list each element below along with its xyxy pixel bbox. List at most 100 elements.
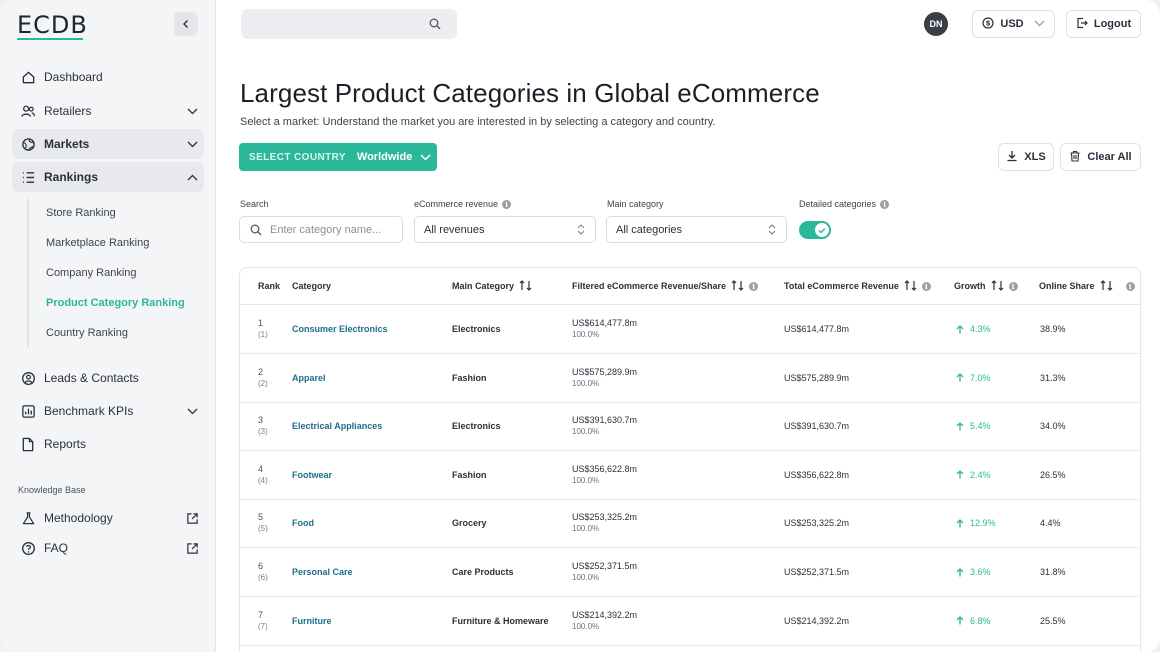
main-category-cell: Furniture & Homeware xyxy=(452,615,549,626)
rank-cell: 5 (5) xyxy=(258,512,268,534)
online-share-cell: 4.4% xyxy=(1040,518,1061,529)
sidebar-item-markets[interactable]: Markets xyxy=(12,129,204,159)
sidebar-item-methodology[interactable]: Methodology xyxy=(12,503,204,533)
list-icon xyxy=(12,170,44,185)
detailed-categories-toggle[interactable] xyxy=(799,221,831,239)
app-window: ECDB Dashboard Retailers Markets Ranking… xyxy=(0,0,1160,652)
logout-button[interactable]: Logout xyxy=(1066,10,1141,38)
header-label: Growth xyxy=(954,281,986,291)
export-xls-button[interactable]: XLS xyxy=(998,143,1054,171)
sidebar-item-label: Benchmark KPIs xyxy=(44,404,134,418)
logout-icon xyxy=(1076,17,1088,32)
rank-value: 6 xyxy=(258,561,264,571)
info-icon[interactable]: i xyxy=(502,199,512,209)
revenue-select[interactable]: All revenues xyxy=(414,216,596,243)
chevron-down-icon xyxy=(180,108,204,115)
online-share-cell: 26.5% xyxy=(1040,469,1066,480)
table-row[interactable]: 4 (4) Footwear Fashion US$356,622.8m 100.0% US… xyxy=(240,451,1140,500)
filtered-share-value: 100.0% xyxy=(572,427,600,437)
search-icon[interactable] xyxy=(429,17,441,35)
collapse-sidebar-button[interactable] xyxy=(174,12,198,36)
table-row[interactable]: 1 (1) Consumer Electronics Electronics US$61… xyxy=(240,305,1140,354)
sort-icon[interactable] xyxy=(904,279,917,293)
previous-rank: (4) xyxy=(258,475,268,485)
category-link[interactable]: Consumer Electronics xyxy=(292,324,388,334)
chevron-down-icon xyxy=(180,141,204,148)
previous-rank: (6) xyxy=(258,573,268,582)
sidebar-item-benchmark-kpis[interactable]: Benchmark KPIs xyxy=(12,396,204,426)
sidebar-subitem-store-ranking[interactable]: Store Ranking xyxy=(46,207,116,219)
sidebar-subitem-company-ranking[interactable]: Company Ranking xyxy=(46,267,137,279)
sidebar-item-label: Reports xyxy=(44,437,87,451)
global-search-input[interactable] xyxy=(241,9,457,39)
download-icon xyxy=(1006,150,1018,165)
col-header-main-category[interactable]: Main Category xyxy=(452,268,532,304)
table-row[interactable]: 5 (5) Food Grocery US$253,325.2m 100.0% US$253… xyxy=(240,499,1140,549)
category-link[interactable]: Personal Care xyxy=(292,567,353,577)
filtered-revenue-cell: US$214,392.2m 100.0% xyxy=(572,609,637,633)
table-row[interactable]: 2 (2) Apparel Fashion US$575,289.9m 100.0% US$… xyxy=(240,354,1140,403)
main-category-select[interactable]: All categories xyxy=(606,216,787,243)
ecdb-logo[interactable]: ECDB xyxy=(17,11,88,39)
rank-cell: 7 (7) xyxy=(258,610,268,632)
info-icon[interactable]: i xyxy=(749,281,759,291)
sidebar-item-label: Markets xyxy=(44,137,90,151)
online-share-cell: 25.5% xyxy=(1040,615,1066,626)
sort-icon[interactable] xyxy=(991,279,1004,293)
rank-value: 2 xyxy=(258,366,264,377)
category-link[interactable]: Electrical Appliances xyxy=(292,421,382,431)
category-link[interactable]: Food xyxy=(292,518,314,528)
logout-label: Logout xyxy=(1093,18,1132,30)
currency-selector[interactable]: $ USD xyxy=(972,10,1055,38)
sidebar-item-faq[interactable]: FAQ xyxy=(12,533,204,563)
revenue-filter-label: eCommerce revenue i xyxy=(414,199,512,209)
sidebar-subitem-product-category-ranking[interactable]: Product Category Ranking xyxy=(46,297,185,309)
category-link[interactable]: Footwear xyxy=(292,470,332,480)
growth-cell: 4.3% xyxy=(956,324,991,334)
search-placeholder: Enter category name... xyxy=(270,223,382,236)
header-label: Online Share xyxy=(1039,281,1095,291)
sort-updown-icon xyxy=(768,224,776,235)
category-link[interactable]: Furniture xyxy=(292,616,332,626)
table-row[interactable]: 3 (3) Electrical Appliances Electronics US$3… xyxy=(240,402,1140,452)
category-search-input[interactable]: Enter category name... xyxy=(239,216,403,243)
clear-all-button[interactable]: Clear All xyxy=(1060,143,1141,171)
sidebar-item-leads-contacts[interactable]: Leads & Contacts xyxy=(12,363,204,393)
col-header-filtered-revenue[interactable]: Filtered eCommerce Revenue/Share i xyxy=(572,268,759,304)
sort-icon[interactable] xyxy=(1100,279,1113,293)
flask-icon xyxy=(12,511,44,526)
sidebar-item-retailers[interactable]: Retailers xyxy=(12,96,204,126)
growth-value: 2.4% xyxy=(970,469,991,480)
rank-cell: 2 (2) xyxy=(258,367,268,389)
rank-value: 7 xyxy=(258,609,264,620)
label-text: Search xyxy=(240,199,269,209)
label-text: Main category xyxy=(607,199,664,209)
info-icon[interactable]: i xyxy=(921,281,931,291)
table-row[interactable]: 6 (6) Personal Care Care Products US$252,371… xyxy=(240,548,1140,597)
sort-icon[interactable] xyxy=(731,279,744,293)
user-avatar[interactable]: DN xyxy=(924,12,948,36)
col-header-growth[interactable]: Growth i xyxy=(954,268,1018,304)
currency-value: USD xyxy=(1000,18,1024,30)
select-country-button[interactable]: SELECT COUNTRY Worldwide xyxy=(239,143,437,171)
sidebar-item-dashboard[interactable]: Dashboard xyxy=(12,62,204,92)
col-header-online-share[interactable]: Online Share i xyxy=(1039,268,1135,304)
info-icon[interactable]: i xyxy=(1008,281,1018,291)
category-link[interactable]: Apparel xyxy=(292,373,326,383)
sidebar-subitem-country-ranking[interactable]: Country Ranking xyxy=(46,327,128,339)
sidebar-item-rankings[interactable]: Rankings xyxy=(12,162,204,192)
info-icon[interactable]: i xyxy=(880,199,890,209)
col-header-rank: Rank xyxy=(258,268,280,304)
filtered-share-value: 100.0% xyxy=(572,621,600,631)
sidebar-item-reports[interactable]: Reports xyxy=(12,429,204,459)
label-text: eCommerce revenue xyxy=(414,199,499,209)
total-revenue-cell: US$356,622.8m xyxy=(784,469,850,480)
table-row[interactable]: 7 (7) Furniture Furniture & Homeware US$214,… xyxy=(240,597,1140,646)
rank-value: 5 xyxy=(258,512,264,523)
question-icon xyxy=(12,541,44,556)
sort-icon[interactable] xyxy=(519,279,532,293)
info-icon[interactable]: i xyxy=(1125,281,1135,291)
sidebar-subitem-marketplace-ranking[interactable]: Marketplace Ranking xyxy=(46,237,149,249)
growth-cell: 7.0% xyxy=(956,373,991,383)
col-header-total-revenue[interactable]: Total eCommerce Revenue i xyxy=(784,268,931,304)
